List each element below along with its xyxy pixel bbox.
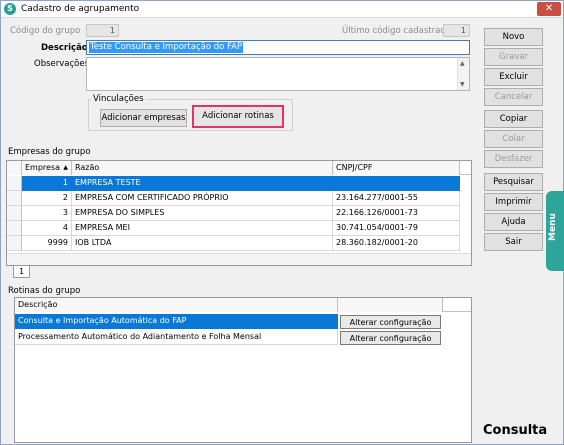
title-bar: S Cadastro de agrupamento ✕	[1, 1, 563, 18]
ultimo-codigo-value: 1	[460, 26, 466, 35]
alterar-configuracao-button[interactable]: Alterar configuração	[340, 315, 441, 329]
cell-cnpj: 22.166.126/0001-73	[333, 206, 460, 221]
side-menu-label: Menu	[548, 213, 558, 241]
ultimo-codigo-field: 1	[443, 24, 470, 37]
cell-empresa: 9999	[22, 236, 72, 251]
cell-empresa: 3	[22, 206, 72, 221]
toolbar-button-imprimir[interactable]: Imprimir	[484, 193, 543, 211]
cadastro-window: S Cadastro de agrupamento ✕ Código do gr…	[0, 0, 564, 445]
row-indicator[interactable]	[7, 206, 22, 221]
empresas-hscrollbar[interactable]	[7, 253, 471, 265]
row-indicator-header	[7, 161, 22, 175]
toolbar-button-pesquisar[interactable]: Pesquisar	[484, 173, 543, 191]
table-row[interactable]: Consulta e Importação Automática do FAP A…	[15, 314, 471, 329]
cell-empresa: 2	[22, 191, 72, 206]
rotinas-section-label: Rotinas do grupo	[8, 286, 81, 296]
table-row[interactable]: 3 EMPRESA DO SIMPLES 22.166.126/0001-73	[7, 206, 471, 221]
cell-razao: IOB LTDA	[72, 236, 333, 251]
scroll-up-icon[interactable]: ▲	[460, 60, 465, 67]
codigo-field[interactable]: 1	[86, 24, 119, 37]
codigo-label: Código do grupo	[10, 26, 81, 36]
column-header-razao[interactable]: Razão	[72, 161, 333, 175]
observacoes-label: Observações	[34, 59, 90, 69]
descricao-label: Descrição	[41, 43, 88, 53]
toolbar-button-desfazer[interactable]: Desfazer	[484, 150, 543, 168]
cell-empresa: 1	[22, 176, 72, 191]
alterar-configuracao-button[interactable]: Alterar configuração	[340, 331, 441, 345]
descricao-input[interactable]: Teste Consulta e Importação do FAP	[86, 40, 470, 55]
cell-razao: EMPRESA DO SIMPLES	[72, 206, 333, 221]
cell-razao: EMPRESA MEI	[72, 221, 333, 236]
cell-cnpj	[333, 176, 460, 191]
observacoes-textarea[interactable]: ▲ ▼	[86, 57, 470, 91]
row-indicator[interactable]	[7, 176, 22, 191]
table-row[interactable]: 1 EMPRESA TESTE	[7, 176, 471, 191]
cell-razao: EMPRESA COM CERTIFICADO PRÓPRIO	[72, 191, 333, 206]
adicionar-empresas-button[interactable]: Adicionar empresas	[100, 109, 187, 127]
app-icon: S	[4, 3, 16, 15]
column-empresa-label: Empresa	[25, 163, 61, 172]
rotinas-grid: Descrição Consulta e Importação Automáti…	[14, 297, 472, 443]
toolbar-button-gravar[interactable]: Gravar	[484, 48, 543, 66]
row-indicator[interactable]	[7, 236, 22, 251]
close-icon[interactable]: ✕	[537, 2, 561, 16]
empresas-section-label: Empresas do grupo	[8, 147, 91, 157]
column-header-empresa[interactable]: Empresa ▲	[22, 161, 72, 175]
descricao-value: Teste Consulta e Importação do FAP	[89, 42, 244, 53]
side-menu-tab[interactable]: Menu	[546, 191, 564, 271]
column-header-acao	[338, 298, 443, 312]
toolbar-button-ajuda[interactable]: Ajuda	[484, 213, 543, 231]
empresas-grid-header: Empresa ▲ Razão CNPJ/CPF	[7, 161, 471, 175]
table-row[interactable]: 4 EMPRESA MEI 30.741.054/0001-79	[7, 221, 471, 236]
cell-descricao: Consulta e Importação Automática do FAP	[15, 314, 338, 329]
codigo-value: 1	[109, 26, 115, 35]
row-indicator[interactable]	[7, 191, 22, 206]
empresas-grid: Empresa ▲ Razão CNPJ/CPF 1 EMPRESA TESTE 2…	[6, 160, 472, 266]
mode-status: Consulta	[483, 423, 548, 438]
table-row[interactable]: Processamento Automático do Adiantamento…	[15, 330, 471, 345]
column-header-cnpj[interactable]: CNPJ/CPF	[333, 161, 460, 175]
ultimo-codigo-label: Último código cadastrado	[342, 26, 451, 36]
window-title: Cadastro de agrupamento	[21, 4, 140, 14]
cell-razao: EMPRESA TESTE	[72, 176, 333, 191]
toolbar-button-colar[interactable]: Colar	[484, 130, 543, 148]
empresas-page-tab[interactable]: 1	[13, 266, 30, 278]
cell-descricao: Processamento Automático do Adiantamento…	[15, 330, 338, 345]
toolbar-button-sair[interactable]: Sair	[484, 233, 543, 251]
rotinas-grid-header: Descrição	[15, 298, 471, 312]
sort-asc-icon: ▲	[63, 164, 68, 171]
table-row[interactable]: 9999 IOB LTDA 28.360.182/0001-20	[7, 236, 471, 251]
vinculacoes-label: Vinculações	[91, 94, 146, 104]
cell-cnpj: 23.164.277/0001-55	[333, 191, 460, 206]
adicionar-rotinas-button[interactable]: Adicionar rotinas	[192, 105, 284, 128]
observacoes-scrollbar[interactable]: ▲ ▼	[457, 58, 469, 90]
table-row[interactable]: 2 EMPRESA COM CERTIFICADO PRÓPRIO 23.164.2…	[7, 191, 471, 206]
cell-empresa: 4	[22, 221, 72, 236]
row-indicator[interactable]	[7, 221, 22, 236]
toolbar-button-copiar[interactable]: Copiar	[484, 110, 543, 128]
scroll-down-icon[interactable]: ▼	[460, 81, 465, 88]
toolbar-button-novo[interactable]: Novo	[484, 28, 543, 46]
toolbar-button-excluir[interactable]: Excluir	[484, 68, 543, 86]
column-header-descricao[interactable]: Descrição	[15, 298, 338, 312]
toolbar-button-cancelar[interactable]: Cancelar	[484, 88, 543, 106]
cell-cnpj: 28.360.182/0001-20	[333, 236, 460, 251]
cell-cnpj: 30.741.054/0001-79	[333, 221, 460, 236]
